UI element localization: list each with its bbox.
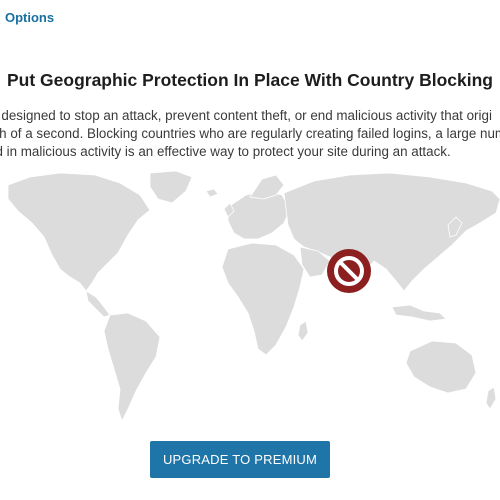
options-link[interactable]: Options xyxy=(5,10,54,25)
iceland-landmass xyxy=(205,188,219,198)
description-line: is designed to stop an attack, prevent c… xyxy=(0,108,492,123)
upgrade-to-premium-button[interactable]: UPGRADE TO PREMIUM xyxy=(150,441,330,478)
central-america-landmass xyxy=(85,290,111,318)
south-america-landmass xyxy=(103,312,161,423)
greenland-landmass xyxy=(149,170,193,204)
description: is designed to stop an attack, prevent c… xyxy=(0,107,500,161)
new-zealand-landmass xyxy=(485,386,497,410)
no-entry-icon xyxy=(327,249,371,293)
description-line: ed in malicious activity is an effective… xyxy=(0,144,451,159)
page-headline: Put Geographic Protection In Place With … xyxy=(6,70,493,90)
world-map xyxy=(7,170,500,423)
africa-landmass xyxy=(221,242,305,356)
description-line: 0th of a second. Blocking countries who … xyxy=(0,126,500,141)
australia-landmass xyxy=(405,340,477,394)
madagascar-landmass xyxy=(297,320,309,342)
indonesia-landmass xyxy=(391,304,447,322)
north-america-landmass xyxy=(7,172,151,292)
